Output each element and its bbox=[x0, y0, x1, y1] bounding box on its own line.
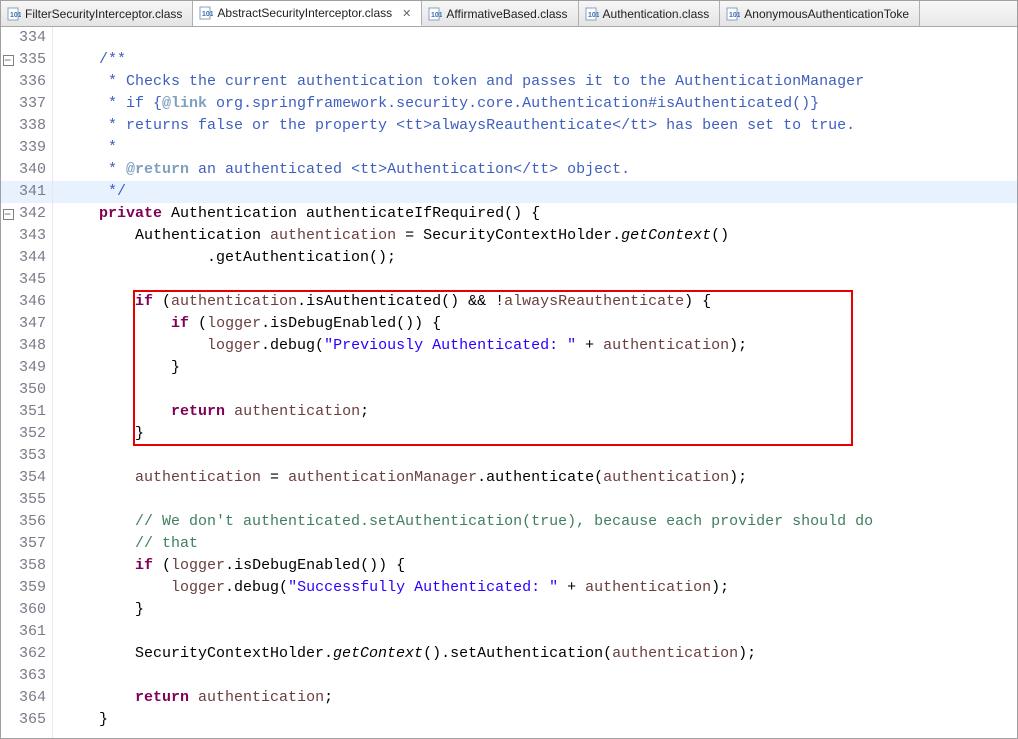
line-number[interactable]: 351 bbox=[1, 401, 52, 423]
svg-text:101: 101 bbox=[729, 12, 740, 19]
class-file-icon: 101 bbox=[7, 7, 21, 21]
code-line[interactable]: */ bbox=[53, 181, 1017, 203]
code-line[interactable]: } bbox=[53, 599, 1017, 621]
tab-label: FilterSecurityInterceptor.class bbox=[25, 7, 182, 21]
code-line[interactable]: * returns false or the property <tt>alwa… bbox=[53, 115, 1017, 137]
editor-tab[interactable]: 101 AnonymousAuthenticationToke bbox=[720, 1, 920, 26]
code-line[interactable] bbox=[53, 665, 1017, 687]
code-line[interactable] bbox=[53, 379, 1017, 401]
line-number[interactable]: 350 bbox=[1, 379, 52, 401]
line-number[interactable]: 346 bbox=[1, 291, 52, 313]
line-number[interactable]: 349 bbox=[1, 357, 52, 379]
tab-label: AbstractSecurityInterceptor.class bbox=[217, 6, 392, 20]
code-line[interactable]: SecurityContextHolder.getContext().setAu… bbox=[53, 643, 1017, 665]
code-line[interactable]: } bbox=[53, 357, 1017, 379]
line-number[interactable]: 345 bbox=[1, 269, 52, 291]
line-number[interactable]: 342 bbox=[1, 203, 52, 225]
editor-tab[interactable]: 101 Authentication.class bbox=[579, 1, 721, 26]
editor-tab[interactable]: 101 FilterSecurityInterceptor.class bbox=[1, 1, 193, 26]
code-line[interactable] bbox=[53, 27, 1017, 49]
code-line[interactable] bbox=[53, 489, 1017, 511]
line-number[interactable]: 355 bbox=[1, 489, 52, 511]
code-line[interactable]: * @return an authenticated <tt>Authentic… bbox=[53, 159, 1017, 181]
line-number[interactable]: 354 bbox=[1, 467, 52, 489]
tab-label: AffirmativeBased.class bbox=[446, 7, 567, 21]
code-line[interactable]: if (logger.isDebugEnabled()) { bbox=[53, 555, 1017, 577]
line-number[interactable]: 334 bbox=[1, 27, 52, 49]
code-line[interactable]: } bbox=[53, 423, 1017, 445]
svg-text:101: 101 bbox=[431, 12, 442, 19]
code-line[interactable]: * Checks the current authentication toke… bbox=[53, 71, 1017, 93]
tab-bar: 101 FilterSecurityInterceptor.class 101 Abs… bbox=[1, 1, 1017, 27]
line-number[interactable]: 364 bbox=[1, 687, 52, 709]
code-line[interactable] bbox=[53, 621, 1017, 643]
code-line[interactable]: private Authentication authenticateIfReq… bbox=[53, 203, 1017, 225]
line-number[interactable]: 341 bbox=[1, 181, 52, 203]
line-number[interactable]: 336 bbox=[1, 71, 52, 93]
code-line[interactable]: * if {@link org.springframework.security… bbox=[53, 93, 1017, 115]
class-file-icon: 101 bbox=[585, 7, 599, 21]
editor-tab[interactable]: 101 AffirmativeBased.class bbox=[422, 1, 578, 26]
line-number[interactable]: 357 bbox=[1, 533, 52, 555]
code-line[interactable]: .getAuthentication(); bbox=[53, 247, 1017, 269]
code-line[interactable]: authentication = authenticationManager.a… bbox=[53, 467, 1017, 489]
line-number[interactable]: 335 bbox=[1, 49, 52, 71]
code-line[interactable] bbox=[53, 445, 1017, 467]
line-number[interactable]: 339 bbox=[1, 137, 52, 159]
close-icon[interactable]: ✕ bbox=[402, 7, 411, 20]
line-number[interactable]: 360 bbox=[1, 599, 52, 621]
code-line[interactable]: // that bbox=[53, 533, 1017, 555]
line-number[interactable]: 340 bbox=[1, 159, 52, 181]
code-line[interactable]: return authentication; bbox=[53, 401, 1017, 423]
line-number[interactable]: 353 bbox=[1, 445, 52, 467]
code-line[interactable]: if (logger.isDebugEnabled()) { bbox=[53, 313, 1017, 335]
svg-text:101: 101 bbox=[202, 11, 213, 18]
svg-text:101: 101 bbox=[588, 12, 599, 19]
code-line[interactable]: Authentication authentication = Security… bbox=[53, 225, 1017, 247]
code-line[interactable] bbox=[53, 269, 1017, 291]
code-line[interactable]: logger.debug("Successfully Authenticated… bbox=[53, 577, 1017, 599]
editor-body: 3343353363373383393403413423433443453463… bbox=[1, 27, 1017, 738]
line-number[interactable]: 343 bbox=[1, 225, 52, 247]
code-line[interactable]: } bbox=[53, 709, 1017, 731]
code-line[interactable]: if (authentication.isAuthenticated() && … bbox=[53, 291, 1017, 313]
line-number[interactable]: 348 bbox=[1, 335, 52, 357]
code-area[interactable]: /** * Checks the current authentication … bbox=[53, 27, 1017, 738]
class-file-icon: 101 bbox=[428, 7, 442, 21]
line-gutter: 3343353363373383393403413423433443453463… bbox=[1, 27, 53, 738]
line-number[interactable]: 362 bbox=[1, 643, 52, 665]
line-number[interactable]: 359 bbox=[1, 577, 52, 599]
line-number[interactable]: 344 bbox=[1, 247, 52, 269]
line-number[interactable]: 338 bbox=[1, 115, 52, 137]
line-number[interactable]: 347 bbox=[1, 313, 52, 335]
code-line[interactable]: // We don't authenticated.setAuthenticat… bbox=[53, 511, 1017, 533]
class-file-icon: 101 bbox=[199, 6, 213, 20]
line-number[interactable]: 337 bbox=[1, 93, 52, 115]
svg-text:101: 101 bbox=[10, 12, 21, 19]
class-file-icon: 101 bbox=[726, 7, 740, 21]
line-number[interactable]: 363 bbox=[1, 665, 52, 687]
line-number[interactable]: 358 bbox=[1, 555, 52, 577]
line-number[interactable]: 352 bbox=[1, 423, 52, 445]
line-number[interactable]: 356 bbox=[1, 511, 52, 533]
code-line[interactable]: logger.debug("Previously Authenticated: … bbox=[53, 335, 1017, 357]
editor-tab[interactable]: 101 AbstractSecurityInterceptor.class ✕ bbox=[193, 1, 422, 26]
code-line[interactable]: return authentication; bbox=[53, 687, 1017, 709]
code-line[interactable]: /** bbox=[53, 49, 1017, 71]
line-number[interactable]: 361 bbox=[1, 621, 52, 643]
editor-window: 101 FilterSecurityInterceptor.class 101 Abs… bbox=[0, 0, 1018, 739]
line-number[interactable]: 365 bbox=[1, 709, 52, 731]
tab-label: Authentication.class bbox=[603, 7, 710, 21]
tab-label: AnonymousAuthenticationToke bbox=[744, 7, 909, 21]
code-line[interactable]: * bbox=[53, 137, 1017, 159]
